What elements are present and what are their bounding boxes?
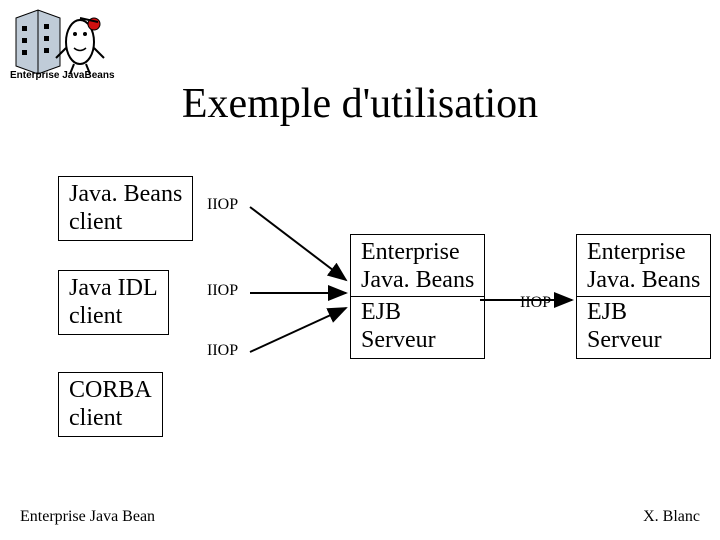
server-ejb-1: Enterprise Java. Beans EJB Serveur xyxy=(350,234,485,359)
client-line: Java IDL xyxy=(69,275,158,301)
client-line: client xyxy=(69,405,122,431)
server-line: Java. Beans xyxy=(587,267,700,295)
node-divider xyxy=(351,296,484,297)
server-line: Serveur xyxy=(361,327,474,355)
footer-right: X. Blanc xyxy=(643,508,700,526)
server-ejb-2: Enterprise Java. Beans EJB Serveur xyxy=(576,234,711,359)
server-line: Enterprise xyxy=(587,239,700,267)
slide-root: Enterprise JavaBeans Exemple d'utilisati… xyxy=(0,0,720,540)
server-line: Java. Beans xyxy=(361,267,474,295)
server-line: EJB xyxy=(361,299,474,327)
protocol-label-2: IIOP xyxy=(207,282,238,300)
protocol-label-3: IIOP xyxy=(207,342,238,360)
footer-left: Enterprise Java Bean xyxy=(20,508,155,526)
server-line: EJB xyxy=(587,299,700,327)
client-line: Java. Beans xyxy=(69,181,182,207)
protocol-label-4: IIOP xyxy=(520,294,551,312)
client-corba: CORBA client xyxy=(58,372,163,437)
client-javaidl: Java IDL client xyxy=(58,270,169,335)
client-line: client xyxy=(69,209,122,235)
server-line: Serveur xyxy=(587,327,700,355)
client-line: client xyxy=(69,303,122,329)
server-line: Enterprise xyxy=(361,239,474,267)
client-javabeans: Java. Beans client xyxy=(58,176,193,241)
protocol-label-1: IIOP xyxy=(207,196,238,214)
node-divider xyxy=(577,296,710,297)
slide-title: Exemple d'utilisation xyxy=(0,80,720,128)
client-line: CORBA xyxy=(69,377,152,403)
